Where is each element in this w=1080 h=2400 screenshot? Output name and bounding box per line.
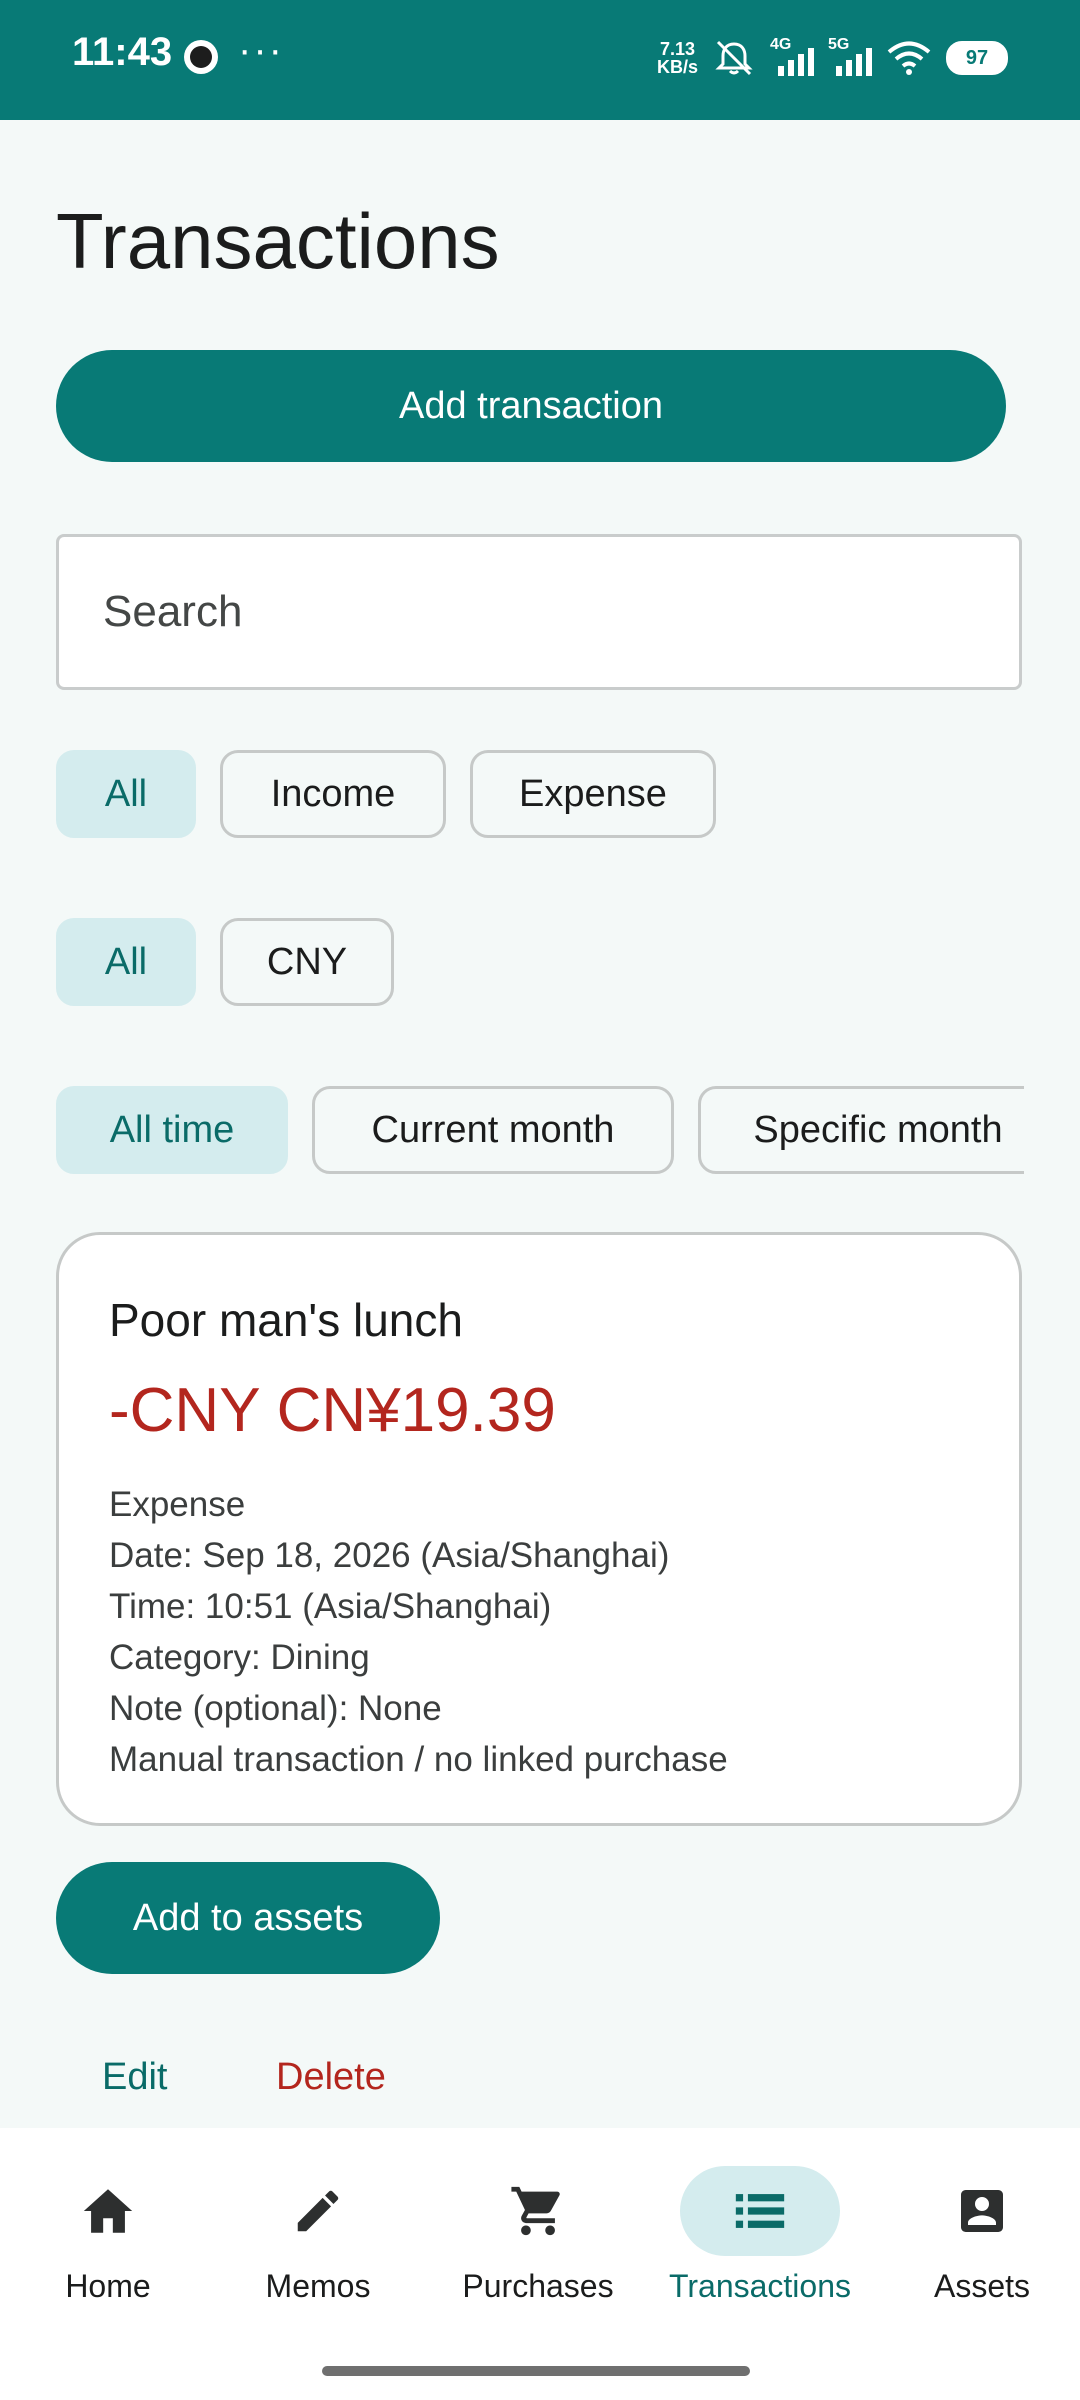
battery-icon: 97	[946, 41, 1008, 75]
list-icon	[735, 2194, 785, 2228]
signal-5g-icon: 5G	[828, 36, 872, 78]
home-icon	[83, 2189, 133, 2233]
nav-assets[interactable]: Assets	[874, 2128, 1080, 2328]
filter-currency-all-chip[interactable]: All	[56, 918, 196, 1006]
edit-button[interactable]: Edit	[102, 2056, 167, 2099]
nav-home-icon-wrap	[28, 2166, 188, 2256]
delete-button[interactable]: Delete	[276, 2056, 386, 2099]
transaction-amount: -CNY CN¥19.39	[109, 1376, 556, 1445]
search-input[interactable]: Search	[56, 534, 1022, 690]
transaction-link-status: Manual transaction / no linked purchase	[109, 1740, 728, 1779]
wifi-icon	[887, 41, 931, 75]
more-notifications-icon: ···	[238, 28, 284, 72]
filter-currency-cny-chip[interactable]: CNY	[220, 918, 394, 1006]
signal-4g-icon: 4G	[770, 36, 814, 78]
nav-memos[interactable]: Memos	[210, 2128, 426, 2328]
network-speed: 7.13 KB/s	[657, 40, 698, 76]
nav-transactions[interactable]: Transactions	[652, 2128, 868, 2328]
transaction-card[interactable]: Poor man's lunch -CNY CN¥19.39 Expense D…	[56, 1232, 1022, 1826]
cart-icon	[511, 2186, 560, 2236]
status-bar: 11:43 ··· 7.13 KB/s 4G 5G 97	[0, 0, 1080, 120]
nav-assets-label: Assets	[933, 2268, 1031, 2304]
add-to-assets-button[interactable]: Add to assets	[56, 1862, 440, 1974]
filter-type-income-chip[interactable]: Income	[220, 750, 446, 838]
transaction-type: Expense	[109, 1485, 246, 1524]
mute-icon	[715, 40, 753, 76]
page-title: Transactions	[56, 197, 500, 285]
account-box-icon	[961, 2190, 1003, 2232]
status-indicators: 7.13 KB/s 4G 5G 97	[657, 30, 1008, 86]
network-speed-value: 7.13	[659, 39, 696, 59]
period-filter-row[interactable]: All time Current month Specific month	[56, 1086, 1024, 1176]
transaction-note: Note (optional): None	[109, 1689, 442, 1728]
filter-period-all-time-chip[interactable]: All time	[56, 1086, 288, 1174]
nav-purchases-label: Purchases	[462, 2268, 614, 2304]
nav-purchases-icon-wrap	[458, 2166, 618, 2256]
bottom-navigation: Home Memos Purchases Transactions Assets	[0, 2128, 1080, 2400]
transaction-time: Time: 10:51 (Asia/Shanghai)	[109, 1587, 552, 1626]
nav-transactions-icon-wrap	[680, 2166, 840, 2256]
filter-type-all-chip[interactable]: All	[56, 750, 196, 838]
nav-purchases[interactable]: Purchases	[430, 2128, 646, 2328]
status-time: 11:43	[72, 30, 173, 74]
nav-memos-icon-wrap	[238, 2166, 398, 2256]
network-speed-unit: KB/s	[656, 57, 698, 77]
transaction-category: Category: Dining	[109, 1638, 370, 1677]
transaction-date: Date: Sep 18, 2026 (Asia/Shanghai)	[109, 1536, 670, 1575]
add-transaction-button[interactable]: Add transaction	[56, 350, 1006, 462]
home-indicator[interactable]	[322, 2366, 750, 2376]
transaction-details: Expense Date: Sep 18, 2026 (Asia/Shangha…	[109, 1479, 728, 1785]
nav-home[interactable]: Home	[0, 2128, 216, 2328]
nav-transactions-label: Transactions	[669, 2268, 851, 2304]
transaction-title: Poor man's lunch	[109, 1294, 463, 1346]
nav-assets-icon-wrap	[902, 2166, 1062, 2256]
nav-memos-label: Memos	[265, 2268, 371, 2304]
clock-app-icon	[184, 40, 218, 74]
filter-period-current-month-chip[interactable]: Current month	[312, 1086, 674, 1174]
pencil-icon	[297, 2190, 339, 2232]
filter-type-expense-chip[interactable]: Expense	[470, 750, 716, 838]
filter-period-specific-month-chip[interactable]: Specific month	[698, 1086, 1024, 1174]
nav-home-label: Home	[65, 2268, 151, 2304]
